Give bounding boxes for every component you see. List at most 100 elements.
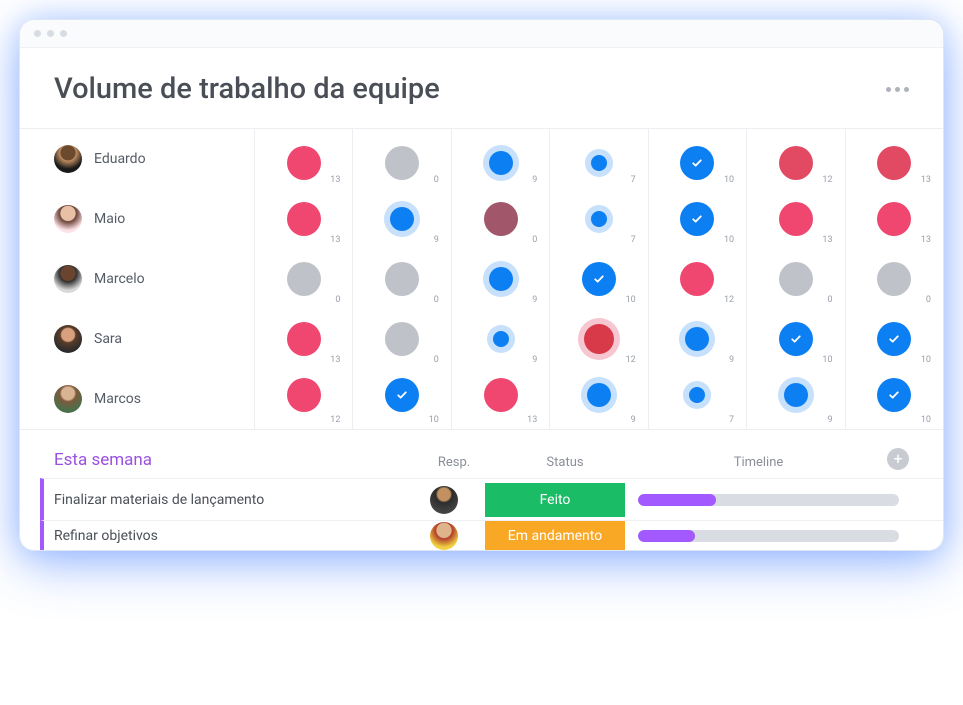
workload-value: 13 — [921, 235, 931, 245]
page-title: Volume de trabalho da equipe — [54, 72, 440, 106]
column-header-resp: Resp. — [416, 455, 492, 470]
workload-cell[interactable]: 0 — [845, 249, 943, 309]
workload-cell[interactable]: 0 — [254, 249, 352, 309]
workload-cell[interactable]: 9 — [746, 369, 844, 429]
workload-value: 10 — [626, 295, 636, 305]
workload-cell[interactable]: 10 — [845, 309, 943, 369]
window-control-dot[interactable] — [60, 30, 67, 37]
member-cell[interactable]: Maio — [20, 205, 254, 233]
task-assignee[interactable] — [406, 486, 482, 514]
workload-bubble — [390, 207, 414, 231]
workload-cell[interactable]: 7 — [549, 189, 647, 249]
avatar — [54, 265, 82, 293]
workload-bubble — [584, 324, 614, 354]
week-section: Esta semana Resp. Status Timeline + Fina… — [20, 430, 943, 550]
workload-cell[interactable]: 0 — [746, 249, 844, 309]
workload-cell[interactable]: 9 — [451, 309, 549, 369]
workload-cell[interactable]: 0 — [451, 189, 549, 249]
task-row[interactable]: Refinar objetivosEm andamento — [40, 520, 943, 550]
week-title: Esta semana — [54, 450, 416, 470]
workload-cell[interactable]: 12 — [549, 309, 647, 369]
workload-bubble — [779, 202, 813, 236]
task-name: Finalizar materiais de lançamento — [54, 492, 406, 508]
workload-cell[interactable]: 0 — [352, 249, 450, 309]
task-assignee[interactable] — [406, 522, 482, 550]
workload-row: Eduardo13097101213 — [20, 129, 943, 189]
dot-icon — [904, 87, 909, 92]
more-menu-button[interactable] — [886, 87, 909, 92]
workload-cell[interactable]: 9 — [549, 369, 647, 429]
workload-value: 12 — [626, 355, 636, 365]
member-cell[interactable]: Marcos — [20, 385, 254, 413]
task-list: Finalizar materiais de lançamentoFeitoRe… — [54, 478, 909, 550]
add-column-button[interactable]: + — [887, 448, 909, 470]
workload-value: 10 — [921, 415, 931, 425]
workload-bubble — [877, 146, 911, 180]
page-header: Volume de trabalho da equipe — [20, 48, 943, 128]
workload-cell[interactable]: 10 — [845, 369, 943, 429]
workload-bubble — [877, 322, 911, 356]
workload-cell[interactable]: 0 — [352, 129, 450, 189]
workload-cell[interactable]: 13 — [845, 189, 943, 249]
workload-bubble — [779, 322, 813, 356]
member-cell[interactable]: Marcelo — [20, 265, 254, 293]
timeline-fill — [638, 494, 716, 506]
workload-value: 7 — [729, 415, 734, 425]
workload-cell[interactable]: 13 — [845, 129, 943, 189]
workload-bubble — [385, 378, 419, 412]
workload-bubble — [877, 262, 911, 296]
column-header-timeline: Timeline — [638, 455, 879, 470]
member-name: Marcelo — [94, 271, 145, 287]
workload-cell[interactable]: 12 — [746, 129, 844, 189]
workload-bubble — [385, 262, 419, 296]
task-row[interactable]: Finalizar materiais de lançamento Feito — [40, 478, 943, 520]
column-header-status: Status — [492, 455, 638, 470]
workload-cell[interactable]: 9 — [451, 129, 549, 189]
workload-bubble — [877, 202, 911, 236]
dot-icon — [886, 87, 891, 92]
timeline-track — [638, 494, 899, 506]
member-cell[interactable]: Eduardo — [20, 145, 254, 173]
window-control-dot[interactable] — [47, 30, 54, 37]
timeline-cell[interactable] — [628, 530, 909, 542]
workload-bubble — [489, 151, 513, 175]
workload-cell[interactable]: 13 — [746, 189, 844, 249]
workload-bubble — [484, 202, 518, 236]
workload-cell[interactable]: 10 — [352, 369, 450, 429]
workload-cell[interactable]: 10 — [648, 129, 746, 189]
workload-cell[interactable]: 12 — [648, 249, 746, 309]
workload-cell[interactable]: 10 — [549, 249, 647, 309]
workload-cell[interactable]: 7 — [549, 129, 647, 189]
workload-value: 10 — [429, 415, 439, 425]
timeline-cell[interactable] — [628, 494, 909, 506]
status-pill[interactable]: Em andamento — [485, 520, 625, 550]
workload-value: 0 — [926, 295, 931, 305]
member-cell[interactable]: Sara — [20, 325, 254, 353]
workload-bubble — [287, 378, 321, 412]
avatar — [54, 145, 82, 173]
window-control-dot[interactable] — [34, 30, 41, 37]
workload-cell[interactable]: 9 — [352, 189, 450, 249]
workload-value: 9 — [434, 235, 439, 245]
workload-cell[interactable]: 13 — [451, 369, 549, 429]
workload-cell[interactable]: 13 — [254, 309, 352, 369]
workload-cell[interactable]: 10 — [746, 309, 844, 369]
workload-value: 9 — [532, 355, 537, 365]
workload-cell[interactable]: 13 — [254, 189, 352, 249]
workload-value: 0 — [434, 175, 439, 185]
workload-cell[interactable]: 7 — [648, 369, 746, 429]
workload-cell[interactable]: 9 — [451, 249, 549, 309]
workload-bubble — [493, 331, 509, 347]
workload-bubble — [287, 322, 321, 356]
workload-cell[interactable]: 12 — [254, 369, 352, 429]
status-pill[interactable]: Feito — [485, 483, 625, 517]
workload-value: 9 — [532, 175, 537, 185]
workload-value: 0 — [434, 355, 439, 365]
workload-cell[interactable]: 9 — [648, 309, 746, 369]
workload-cell[interactable]: 13 — [254, 129, 352, 189]
workload-row: Marcelo009101200 — [20, 249, 943, 309]
member-name: Marcos — [94, 391, 141, 407]
workload-cell[interactable]: 0 — [352, 309, 450, 369]
workload-cell[interactable]: 10 — [648, 189, 746, 249]
dot-icon — [895, 87, 900, 92]
